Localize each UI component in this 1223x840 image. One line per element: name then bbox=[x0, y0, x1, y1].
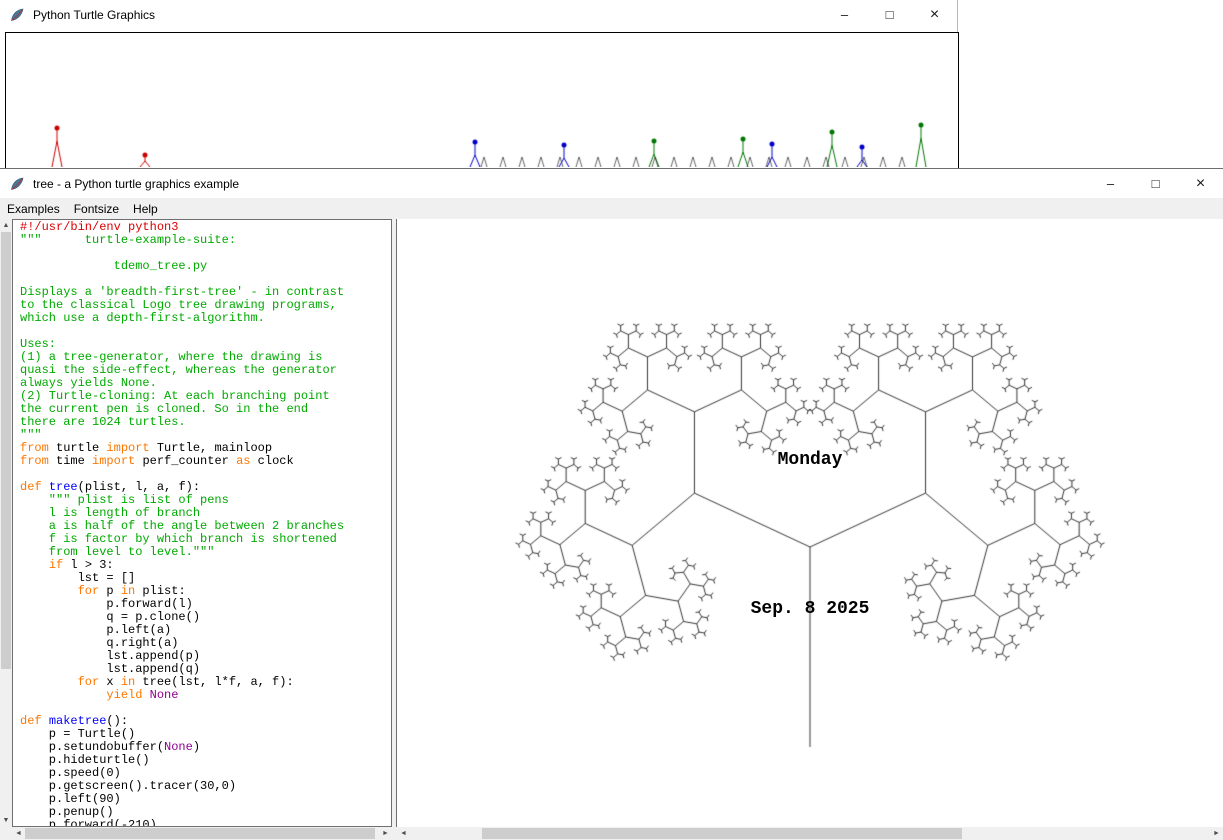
fractal-tree-canvas bbox=[397, 219, 1223, 827]
background-turtle-graphics-window: Python Turtle Graphics – □ × bbox=[0, 0, 958, 168]
titlebar[interactable]: Python Turtle Graphics – □ × bbox=[0, 0, 957, 29]
scroll-left-arrow-icon[interactable]: ◄ bbox=[12, 827, 25, 840]
code-vertical-scrollbar[interactable]: ▲ ▼ bbox=[0, 219, 12, 827]
scrollbar-thumb[interactable] bbox=[482, 828, 962, 839]
scroll-up-arrow-icon[interactable]: ▲ bbox=[0, 219, 12, 232]
scrollbar-thumb[interactable] bbox=[1, 232, 11, 669]
turtle-graphics-canvas-frame bbox=[5, 32, 959, 169]
menu-fontsize[interactable]: Fontsize bbox=[67, 200, 126, 218]
minimize-button[interactable]: – bbox=[1088, 169, 1133, 198]
close-button[interactable]: × bbox=[912, 0, 957, 29]
tk-feather-icon bbox=[9, 7, 25, 23]
tk-feather-icon bbox=[9, 176, 25, 192]
window-title: tree - a Python turtle graphics example bbox=[33, 177, 239, 191]
canvas-horizontal-scrollbar[interactable]: ◄ ► bbox=[397, 827, 1223, 840]
titlebar[interactable]: tree - a Python turtle graphics example … bbox=[0, 169, 1223, 198]
turtle-graphics-canvas bbox=[6, 33, 956, 167]
menu-examples[interactable]: Examples bbox=[0, 200, 67, 218]
source-code-view[interactable]: #!/usr/bin/env python3""" turtle-example… bbox=[12, 219, 392, 827]
maximize-button[interactable]: □ bbox=[867, 0, 912, 29]
scrollbar-thumb[interactable] bbox=[25, 828, 375, 839]
window-title: Python Turtle Graphics bbox=[33, 8, 155, 22]
tree-demo-window: tree - a Python turtle graphics example … bbox=[0, 168, 1223, 839]
window-content: ▲ ▼ #!/usr/bin/env python3""" turtle-exa… bbox=[0, 219, 1223, 840]
minimize-button[interactable]: – bbox=[822, 0, 867, 29]
canvas-date-text: Sep. 8 2025 bbox=[751, 599, 870, 619]
maximize-button[interactable]: □ bbox=[1133, 169, 1178, 198]
scroll-right-arrow-icon[interactable]: ► bbox=[1210, 827, 1223, 840]
turtle-drawing-pane: Monday Sep. 8 2025 bbox=[396, 219, 1223, 827]
menu-bar: Examples Fontsize Help bbox=[0, 198, 1223, 219]
code-horizontal-scrollbar[interactable]: ◄ ► bbox=[12, 827, 392, 840]
close-button[interactable]: × bbox=[1178, 169, 1223, 198]
menu-help[interactable]: Help bbox=[126, 200, 165, 218]
scroll-right-arrow-icon[interactable]: ► bbox=[379, 827, 392, 840]
scroll-down-arrow-icon[interactable]: ▼ bbox=[0, 814, 12, 827]
canvas-weekday-text: Monday bbox=[778, 450, 843, 470]
scroll-left-arrow-icon[interactable]: ◄ bbox=[397, 827, 410, 840]
